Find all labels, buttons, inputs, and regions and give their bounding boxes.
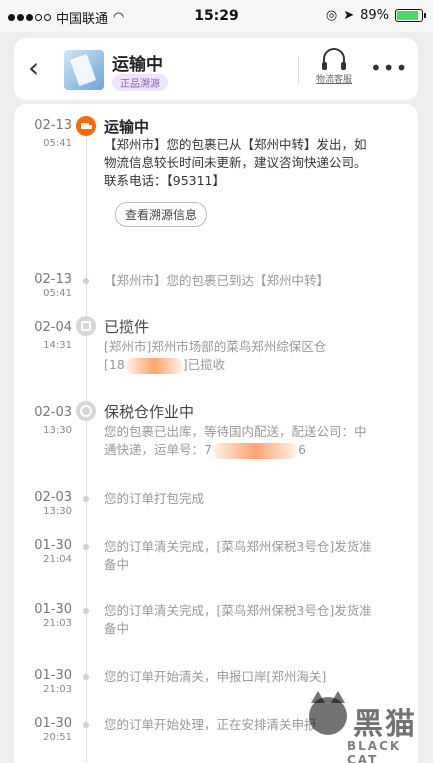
entry-text: 【郑州市】您的包裹已从【郑州中转】发出，如 物流信息较长时间未更新，建议咨询快递…	[104, 136, 404, 190]
entry-line: 【郑州市】您的包裹已到达【郑州中转】	[104, 273, 330, 288]
truck-icon	[76, 116, 96, 136]
entry-line: 联系电话：【95311】	[104, 173, 226, 188]
entry-date: 01-30	[34, 538, 72, 553]
entry-text: 您的订单开始处理，正在安排清关申报	[104, 716, 404, 734]
entry-date: 02-13	[34, 118, 72, 133]
globe-icon	[76, 401, 96, 421]
entry-text: 您的订单清关完成，[菜鸟郑州保税3号仓]发货准 备中	[104, 538, 404, 574]
page-title: 运输中	[112, 55, 163, 75]
header-card: ‹ 运输中 正品溯源 物流客服 •••	[14, 38, 418, 100]
entry-line: 物流信息较长时间未更新，建议咨询快递公司。	[104, 155, 367, 170]
tracking-timeline: 02-13 05:41 运输中 【郑州市】您的包裹已从【郑州中转】发出，如 物流…	[14, 104, 418, 763]
timeline-dot	[83, 278, 89, 284]
entry-date: 01-30	[34, 602, 72, 617]
entry-date: 02-04	[34, 320, 72, 335]
back-button[interactable]: ‹	[28, 52, 56, 84]
entry-text: 您的订单清关完成，[菜鸟郑州保税3号仓]发货准 备中	[104, 602, 404, 638]
entry-time: 13:30	[43, 506, 72, 517]
entry-time: 20:51	[43, 732, 72, 743]
entry-line: 您的订单开始处理，正在安排清关申报	[104, 717, 317, 732]
entry-title: 保税仓作业中	[104, 403, 195, 421]
timeline-dot	[83, 496, 89, 502]
entry-time: 13:30	[43, 425, 72, 436]
location-icon: ➤	[343, 8, 355, 23]
timeline-line	[86, 122, 87, 762]
entry-date: 01-30	[34, 668, 72, 683]
entry-line: [郑州市]郑州市场部的菜鸟郑州综保区仓	[104, 339, 327, 354]
view-trace-button[interactable]: 查看溯源信息	[115, 202, 208, 227]
entry-title: 已揽件	[104, 318, 150, 336]
status-right: ◎ ➤ 89%	[325, 8, 426, 23]
status-bar: 中国联通 ◠ 15:29 ◎ ➤ 89%	[0, 0, 433, 32]
entry-line: 【郑州市】您的包裹已从【郑州中转】发出，如	[104, 137, 367, 152]
entry-date: 02-03	[34, 490, 72, 505]
entry-time: 05:41	[43, 138, 72, 149]
entry-text: [郑州市]郑州市场部的菜鸟郑州综保区仓 [18]已揽收	[104, 338, 404, 374]
entry-text: 您的订单开始清关，申报口岸[郑州海关]	[104, 668, 404, 686]
timeline-dot	[83, 544, 89, 550]
package-thumbnail	[64, 50, 104, 90]
entry-text: 您的包裹已出库，等待国内配送，配送公司：中 通快递，运单号：7 6	[104, 423, 404, 459]
entry-title: 运输中	[104, 118, 150, 136]
timeline-dot	[83, 722, 89, 728]
entry-line: 通快递，运单号：7 6	[104, 442, 306, 459]
authenticity-badge: 正品溯源	[112, 74, 168, 91]
timeline-dot	[83, 608, 89, 614]
timeline-dot	[83, 674, 89, 680]
rotation-lock-icon: ◎	[325, 8, 338, 23]
entry-text: 【郑州市】您的包裹已到达【郑州中转】	[104, 272, 404, 290]
entry-line: 您的订单清关完成，[菜鸟郑州保税3号仓]发货准	[104, 539, 372, 554]
service-label: 物流客服	[315, 75, 352, 85]
redacted-phone	[124, 357, 183, 374]
entry-line: 您的订单打包完成	[104, 491, 205, 506]
entry-line: 备中	[104, 557, 130, 572]
logistics-service-button[interactable]: 物流客服	[310, 48, 358, 85]
entry-time: 21:03	[43, 618, 72, 629]
entry-time: 14:31	[43, 340, 72, 351]
redacted-tracking-number	[211, 442, 298, 459]
header-divider	[298, 56, 299, 84]
entry-date: 01-30	[34, 716, 72, 731]
headset-icon	[322, 48, 346, 70]
entry-line: [18]已揽收	[104, 357, 226, 374]
entry-time: 21:03	[43, 684, 72, 695]
entry-text: 您的订单打包完成	[104, 490, 404, 508]
entry-date: 02-13	[34, 272, 72, 287]
battery-icon	[395, 9, 426, 22]
battery-percent: 89%	[360, 8, 389, 23]
entry-line: 备中	[104, 621, 130, 636]
entry-time: 05:41	[43, 288, 72, 299]
entry-line: 您的包裹已出库，等待国内配送，配送公司：中	[104, 424, 367, 439]
entry-date: 02-03	[34, 405, 72, 420]
box-icon	[76, 316, 96, 336]
entry-line: 您的订单清关完成，[菜鸟郑州保税3号仓]发货准	[104, 603, 372, 618]
entry-line: 您的订单开始清关，申报口岸[郑州海关]	[104, 669, 327, 684]
entry-time: 21:04	[43, 554, 72, 565]
more-options-button[interactable]: •••	[370, 56, 408, 80]
